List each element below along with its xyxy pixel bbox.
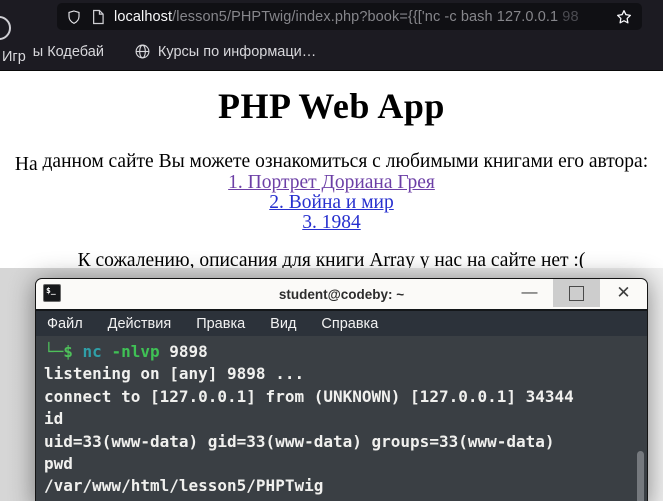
bookmark-item[interactable]: Игр ы Кодебай (2, 43, 104, 65)
book-links: 1. Портрет Дориана Грея 2. Война и мир 3. … (0, 173, 663, 233)
page-title: PHP Web App (218, 86, 445, 126)
url-path: /lesson5/PHPTwig/index.php?book={{['nc -… (172, 8, 563, 25)
terminal-titlebar[interactable]: $_ student@codeby: ~ — ✕ (36, 279, 647, 311)
terminal-scrollbar[interactable] (637, 451, 644, 501)
terminal-line: /var/www/html/lesson5/PHPTwig (44, 476, 324, 496)
page-icon[interactable] (91, 9, 105, 25)
terminal-line: uid=33(www-data) gid=33(www-data) groups… (44, 431, 555, 451)
window-controls: — ✕ (506, 279, 647, 307)
bookmark-label: Игр (2, 48, 26, 65)
menu-item[interactable]: Файл (47, 316, 83, 332)
globe-icon (135, 44, 150, 59)
url-host: localhost (114, 8, 173, 25)
bookmark-star-icon[interactable] (615, 8, 633, 26)
book-link[interactable]: 2. Война и мир (0, 193, 663, 213)
browser-toolbar: localhost/lesson5/PHPTwig/index.php?book… (0, 0, 663, 40)
terminal-menubar: Файл Действия Правка Вид Справка (36, 311, 647, 336)
menu-item[interactable]: Правка (196, 316, 245, 332)
bookmark-item[interactable]: Курсы по информаци… (134, 43, 316, 60)
maximize-icon (569, 285, 584, 301)
menu-item[interactable]: Справка (321, 316, 378, 332)
book-link[interactable]: 3. 1984 (0, 213, 663, 233)
intro-text-rest: данном сайте Вы можете ознакомиться с лю… (37, 151, 649, 172)
maximize-button[interactable] (553, 279, 600, 307)
terminal-app-icon: $_ (43, 284, 61, 302)
url-bar[interactable]: localhost/lesson5/PHPTwig/index.php?book… (57, 3, 642, 30)
close-button[interactable]: ✕ (600, 279, 647, 307)
url-path-faded: 98 (562, 8, 579, 25)
terminal-line: connect to [127.0.0.1] from (UNKNOWN) [1… (44, 386, 574, 406)
minimize-button[interactable]: — (506, 279, 553, 307)
intro-text-start: На (14, 154, 38, 175)
terminal-line: listening on [any] 9898 ... (44, 364, 305, 384)
menu-item[interactable]: Вид (270, 316, 296, 332)
bookmark-label: Курсы по информаци… (157, 43, 317, 60)
terminal-output[interactable]: └─$ nc -nlvp 9898 listening on [any] 9898… (36, 336, 647, 501)
book-link[interactable]: 1. Портрет Дориана Грея (0, 173, 663, 193)
terminal-line: └─$ nc -nlvp 9898 (44, 342, 208, 361)
bookmarks-bar: Игр ы Кодебай Курсы по информаци… (0, 33, 663, 71)
shield-icon[interactable] (66, 9, 82, 25)
terminal-window[interactable]: $_ student@codeby: ~ — ✕ Файл Действия Пра… (35, 278, 648, 501)
terminal-line: id (44, 409, 64, 429)
screenshot-root: localhost/lesson5/PHPTwig/index.php?book… (0, 0, 663, 501)
intro-text: На данном сайте Вы можете ознакомиться с… (0, 151, 663, 175)
menu-item[interactable]: Действия (108, 316, 172, 332)
terminal-line: pwd (44, 454, 73, 474)
bookmark-label: ы Кодебай (32, 43, 104, 60)
url-text[interactable]: localhost/lesson5/PHPTwig/index.php?book… (114, 9, 579, 25)
